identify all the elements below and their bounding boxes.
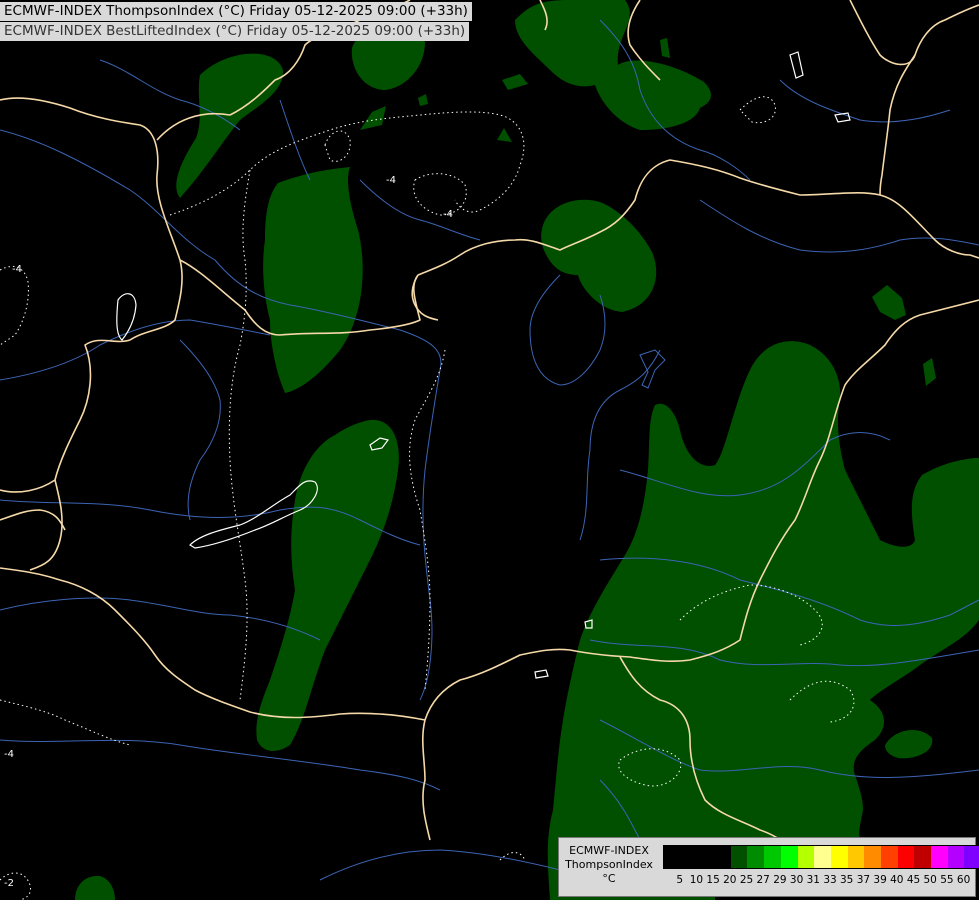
contour-label: -4	[386, 175, 396, 186]
weather-map: -4 -4 -4 -4 -2	[0, 0, 979, 900]
legend-tick-label: 10	[689, 874, 704, 886]
legend-swatch	[897, 846, 915, 868]
legend-swatch	[680, 846, 698, 868]
legend-label: ECMWF-INDEX ThompsonIndex °C	[561, 844, 657, 886]
legend-tick-label: 15	[706, 874, 720, 886]
legend-tick-label: 27	[756, 874, 770, 886]
legend-swatch	[764, 846, 781, 868]
legend-unit: °C	[602, 872, 616, 885]
map-title-lifted-index: ECMWF-INDEX BestLiftedIndex (°C) Friday …	[0, 22, 470, 41]
legend-tick-labels: 5 10 15 20 25 27 29 30 31 33 35 37 39 40 45 50 55 60	[663, 874, 973, 888]
legend-tick-label: 35	[840, 874, 854, 886]
legend-swatch	[814, 846, 831, 868]
legend-tick-label: 25	[739, 874, 754, 886]
legend-tick-label: 33	[823, 874, 837, 886]
contour-label: -4	[443, 209, 453, 220]
legend-swatch	[697, 846, 715, 868]
contour-label: -4	[4, 749, 14, 760]
legend-tick-label: 40	[890, 874, 904, 886]
legend-swatch	[880, 846, 898, 868]
legend-swatch	[914, 846, 931, 868]
color-legend: ECMWF-INDEX ThompsonIndex °C 5 10 15 20 25 27…	[558, 837, 979, 897]
legend-tick-label: 20	[723, 874, 737, 886]
legend-color-scale	[663, 845, 979, 869]
legend-tick-label: 50	[923, 874, 937, 886]
legend-tick-label: 29	[773, 874, 787, 886]
legend-swatch	[747, 846, 765, 868]
legend-swatch	[714, 846, 731, 868]
contour-label: -2	[4, 878, 14, 889]
legend-tick-label: 37	[856, 874, 871, 886]
legend-swatch	[780, 846, 798, 868]
legend-tick-label: 31	[806, 874, 820, 886]
legend-parameter: ThompsonIndex	[565, 858, 653, 871]
legend-swatch	[931, 846, 948, 868]
contour-label: -4	[12, 264, 22, 275]
legend-swatch	[797, 846, 815, 868]
map-title-thompson: ECMWF-INDEX ThompsonIndex (°C) Friday 05…	[0, 2, 472, 21]
legend-swatch	[947, 846, 965, 868]
legend-tick-label: 5	[676, 874, 684, 886]
legend-model: ECMWF-INDEX	[569, 844, 649, 857]
legend-swatch	[964, 846, 979, 868]
legend-swatch	[864, 846, 881, 868]
legend-tick-label: 30	[789, 874, 804, 886]
legend-swatch	[664, 846, 681, 868]
legend-swatch	[830, 846, 848, 868]
legend-swatch	[730, 846, 748, 868]
legend-tick-label: 45	[906, 874, 921, 886]
legend-swatch	[847, 846, 865, 868]
legend-tick-label: 55	[940, 874, 954, 886]
legend-tick-label: 60	[956, 874, 971, 886]
legend-tick-label: 39	[873, 874, 887, 886]
